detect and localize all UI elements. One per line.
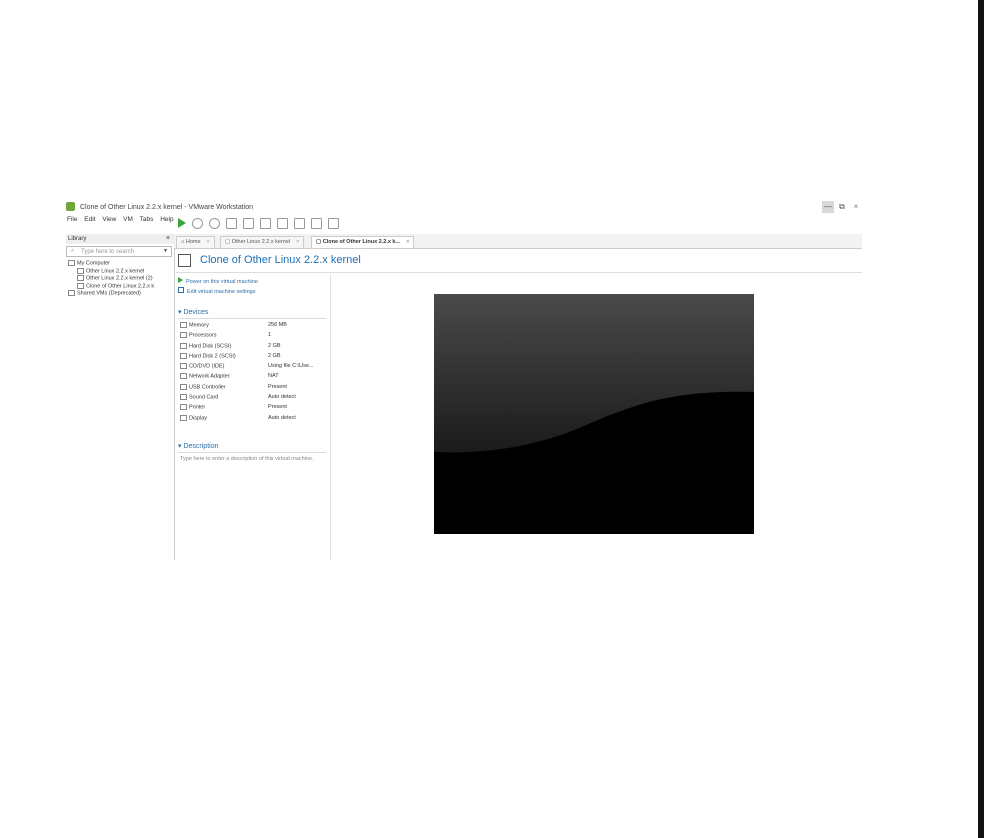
search-icon: ⌕ [71,248,75,254]
hard-disk-icon [180,342,187,349]
shared-vms-icon [68,290,75,296]
cd-dvd-icon [180,363,187,370]
devices-list: Memory 256 MB Processors 1 Hard Disk (SCSI… [180,322,330,425]
hard-disk-icon [180,352,187,359]
show-library-icon[interactable] [243,217,254,229]
device-row-display[interactable]: Display Auto detect [180,414,330,425]
device-row-cd-dvd[interactable]: CD/DVD (IDE) Using file C:\Use... [180,363,330,373]
search-placeholder: Type here to search [81,248,135,255]
snapshot-icon[interactable] [209,217,220,229]
vmware-window: Clone of Other Linux 2.2.x kernel - VMwa… [62,196,862,560]
devices-heading[interactable]: ▾ Devices [178,308,208,316]
title-bar: Clone of Other Linux 2.2.x kernel - VMwa… [62,196,862,216]
window-title: Clone of Other Linux 2.2.x kernel - VMwa… [80,204,254,211]
menu-bar: File Edit View VM Tabs Help [62,216,174,230]
toolbar [178,216,339,230]
tree-item-vm-2[interactable]: Other Linux 2.2.x kernel (2) [68,275,154,283]
header-divider [174,272,862,273]
settings-icon [178,287,184,293]
display-icon [180,414,187,421]
snapshot-manager-icon[interactable] [226,217,237,229]
chevron-down-icon[interactable]: ▼ [163,248,168,254]
vm-tab-icon: ▢ [316,239,323,245]
minimize-button[interactable]: — [822,201,834,213]
tree-item-shared-vms[interactable]: Shared VMs (Deprecated) [68,290,154,298]
vm-title: Clone of Other Linux 2.2.x kernel [200,254,361,266]
devices-divider [178,318,326,319]
device-row-usb[interactable]: USB Controller Present [180,383,330,394]
unity-icon[interactable] [294,217,305,229]
menu-edit[interactable]: Edit [84,216,95,223]
menu-file[interactable]: File [67,216,77,223]
console-view-icon[interactable] [311,217,322,229]
menu-tabs[interactable]: Tabs [140,216,154,223]
vm-screen-preview[interactable] [434,294,754,534]
tab-close-icon[interactable]: × [406,239,409,245]
printer-icon [180,404,187,411]
network-icon [180,373,187,380]
vm-icon [77,275,84,281]
tab-other-linux[interactable]: ▢ Other Linux 2.2.x kernel × [220,236,305,248]
vm-preview-gloss [434,294,754,453]
usb-icon [180,383,187,390]
tab-close-icon[interactable]: × [207,239,210,245]
right-edge-bar [978,0,984,838]
processor-icon [180,332,187,339]
thumbnail-bar-icon[interactable] [260,217,271,229]
device-row-printer[interactable]: Printer Present [180,404,330,414]
tab-bar: ⌂ Home × ▢ Other Linux 2.2.x kernel × ▢ Cl… [174,234,862,249]
power-on-link[interactable]: Power on this virtual machine [178,277,258,287]
device-row-network[interactable]: Network Adapter NAT [180,373,330,383]
vm-tab-icon: ▢ [225,239,232,245]
memory-icon [180,322,187,328]
tab-clone[interactable]: ▢ Clone of Other Linux 2.2.x k... × [311,236,415,248]
vm-icon [178,254,191,267]
description-divider [178,452,326,453]
computer-icon [68,260,75,266]
close-button[interactable]: × [850,201,862,213]
tree-item-vm-1[interactable]: Other Linux 2.2.x kernel [68,267,154,276]
tree-item-my-computer[interactable]: My Computer [68,260,154,268]
restore-button[interactable]: ⧉ [836,201,848,213]
vmware-logo-icon [66,202,75,211]
library-header: Library × [66,234,174,244]
library-tree: My Computer Other Linux 2.2.x kernel Oth… [68,260,154,298]
vm-icon [77,282,84,289]
menu-help[interactable]: Help [160,216,173,223]
sound-icon [180,394,187,401]
menu-vm[interactable]: VM [123,216,133,223]
vm-actions: Power on this virtual machine Edit virtu… [178,277,258,297]
library-panel: Library × ⌕ Type here to search ▼ My Com… [66,234,175,560]
panel-divider [330,274,331,560]
device-row-hard-disk[interactable]: Hard Disk (SCSI) 2 GB [180,342,330,353]
device-row-memory[interactable]: Memory 256 MB [180,322,330,332]
description-field[interactable]: Type here to enter a description of this… [180,456,330,463]
main-area: ⌂ Home × ▢ Other Linux 2.2.x kernel × ▢ Cl… [174,234,862,560]
tree-item-vm-3[interactable]: Clone of Other Linux 2.2.x k [68,282,154,291]
revert-snapshot-icon[interactable] [192,217,203,229]
vm-icon [77,267,84,274]
device-row-hard-disk-2[interactable]: Hard Disk 2 (SCSI) 2 GB [180,352,330,363]
library-search-input[interactable]: ⌕ Type here to search ▼ [66,246,172,257]
library-close-icon[interactable]: × [166,235,170,242]
device-row-processors[interactable]: Processors 1 [180,332,330,342]
full-screen-icon[interactable] [277,217,288,229]
device-row-sound[interactable]: Sound Card Auto detect [180,394,330,404]
tab-home[interactable]: ⌂ Home × [176,236,215,248]
power-on-icon [178,277,183,283]
tab-close-icon[interactable]: × [296,239,299,245]
menu-view[interactable]: View [102,216,116,223]
power-on-icon[interactable] [178,218,186,228]
description-heading[interactable]: ▾ Description [178,442,218,450]
library-title: Library [68,236,87,242]
edit-settings-link[interactable]: Edit virtual machine settings [178,287,258,297]
stretch-guest-icon[interactable] [328,217,339,229]
